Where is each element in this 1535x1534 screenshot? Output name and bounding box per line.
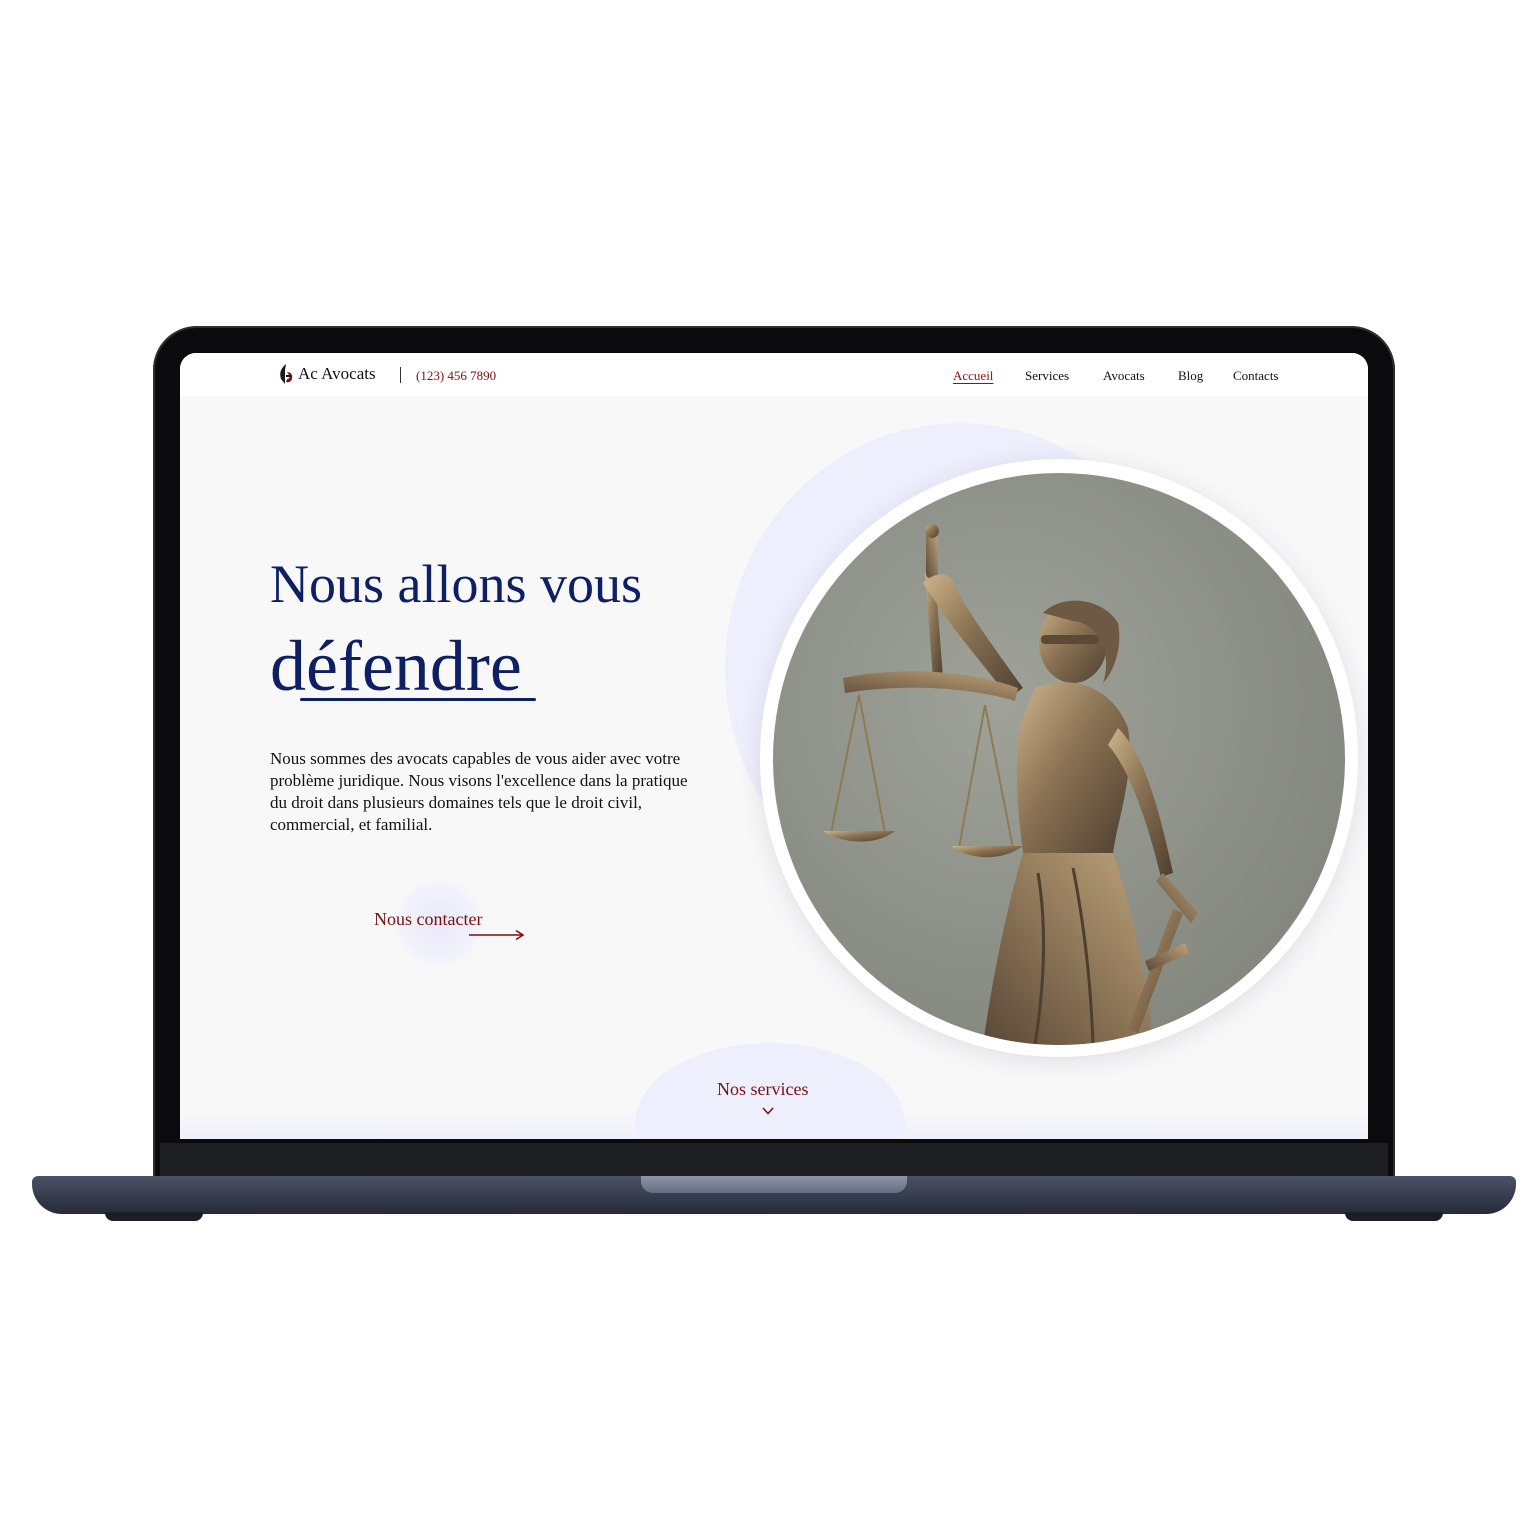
brand-name[interactable]: Ac Avocats (298, 364, 376, 384)
hero-photo (773, 473, 1345, 1045)
hero-intro-text: Nous sommes des avocats capables de vous… (270, 749, 688, 834)
lady-justice-image (823, 524, 1198, 1045)
hero-title-line2: défendre (270, 626, 522, 706)
chevron-down-icon[interactable] (762, 1107, 774, 1115)
laptop-screen: Ac Avocats (123) 456 7890 Accueil Servic… (180, 353, 1368, 1139)
nav-blog[interactable]: Blog (1178, 368, 1203, 384)
hero-title-line1: Nous allons vous (270, 554, 643, 614)
nav-services[interactable]: Services (1025, 368, 1069, 384)
nav-avocats[interactable]: Avocats (1103, 368, 1145, 384)
nav-accueil[interactable]: Accueil (953, 368, 993, 384)
nav-contacts[interactable]: Contacts (1233, 368, 1279, 384)
arrow-right-icon[interactable] (469, 929, 525, 941)
hero-title-underline (300, 698, 536, 701)
laptop-foot-right (1345, 1212, 1443, 1221)
site-header: Ac Avocats (123) 456 7890 Accueil Servic… (180, 353, 1368, 396)
laptop-hinge-notch (641, 1176, 907, 1193)
laptop-bezel-bottom (160, 1143, 1388, 1177)
phone-number[interactable]: (123) 456 7890 (416, 368, 496, 384)
logo-icon[interactable] (277, 363, 295, 385)
header-divider (400, 367, 401, 383)
laptop-foot-left (105, 1212, 203, 1221)
contact-button[interactable]: Nous contacter (374, 909, 482, 930)
services-link[interactable]: Nos services (717, 1079, 808, 1100)
